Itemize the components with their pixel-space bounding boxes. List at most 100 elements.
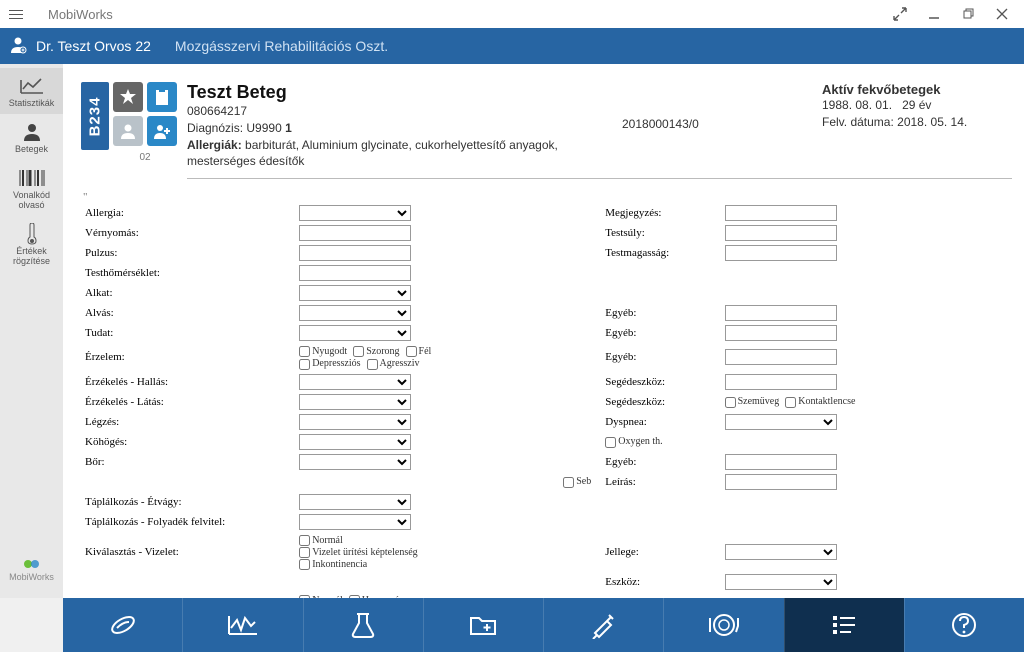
input-segedeszk1[interactable] (725, 374, 837, 390)
patient-count: 02 (113, 152, 177, 163)
select-legzes[interactable] (299, 414, 411, 430)
input-testmagassag[interactable] (725, 245, 837, 261)
label-segedeszk1: Segédeszköz: (601, 372, 720, 392)
nav-barcode[interactable]: Vonalkód olvasó (0, 160, 63, 216)
form-scroll-area[interactable]: " Allergia:Megjegyzés: Vérnyomás:Testsúl… (63, 187, 1024, 598)
cb-vizelet-inkont[interactable] (299, 559, 310, 570)
nav-stats[interactable]: Statisztikák (0, 68, 63, 114)
nav-values-label: Értékek rögzítése (0, 246, 63, 266)
header-bar: Dr. Teszt Orvos 22 Mozgásszervi Rehabili… (0, 28, 1024, 64)
doctor-icon (8, 35, 30, 58)
select-tudat[interactable] (299, 325, 411, 341)
tab-lab[interactable] (303, 598, 423, 652)
thermometer-icon (25, 222, 39, 246)
cb-nyugodt[interactable] (299, 346, 310, 357)
chart-line-icon (19, 74, 45, 98)
input-egyeb3[interactable] (725, 349, 837, 365)
label-tudat: Tudat: (81, 323, 295, 343)
label-bor: Bőr: (81, 452, 295, 472)
bed-badge: B234 (81, 82, 109, 150)
admission-date: Felv. dátuma: 2018. 05. 14. (822, 114, 1012, 131)
select-alvas[interactable] (299, 305, 411, 321)
cb-szorong[interactable] (353, 346, 364, 357)
tab-vitals[interactable] (182, 598, 302, 652)
app-logo-label: MobiWorks (9, 572, 54, 582)
select-eszkoz[interactable] (725, 574, 837, 590)
cb-depresszios[interactable] (299, 359, 310, 370)
label-legzes: Légzés: (81, 412, 295, 432)
tab-form[interactable] (784, 598, 904, 652)
cb-szemuveg[interactable] (725, 397, 736, 408)
input-egyeb1[interactable] (725, 305, 837, 321)
add-patient-icon[interactable] (147, 116, 177, 146)
label-egyeb2: Egyéb: (601, 323, 720, 343)
label-erzelem: Érzelem: (81, 343, 295, 371)
label-hallas: Érzékelés - Hallás: (81, 372, 295, 392)
select-bor[interactable] (299, 454, 411, 470)
label-pulzus: Pulzus: (81, 243, 295, 263)
tab-injection[interactable] (543, 598, 663, 652)
department-name: Mozgásszervi Rehabilitációs Oszt. (175, 38, 388, 54)
patient-name: Teszt Beteg (187, 82, 582, 103)
label-kohoges: Köhögés: (81, 432, 295, 452)
cb-vizelet-urites[interactable] (299, 547, 310, 558)
select-jellege[interactable] (725, 544, 837, 560)
cb-oxygen[interactable] (605, 437, 616, 448)
label-eszkoz: Eszköz: (601, 572, 720, 592)
input-testhom[interactable] (299, 265, 411, 281)
patient-person-icon[interactable] (113, 116, 143, 146)
label-allergia: Allergia: (81, 203, 295, 223)
expand-icon[interactable] (892, 6, 908, 22)
select-dyspnea[interactable] (725, 414, 837, 430)
input-megjegyzes[interactable] (725, 205, 837, 221)
input-vernyomas[interactable] (299, 225, 411, 241)
label-segedeszk2: Segédeszköz: (601, 392, 720, 412)
close-icon[interactable] (994, 6, 1010, 22)
patient-diagnosis: Diagnózis: U9990 1 (187, 120, 582, 137)
patient-status: Aktív fekvőbetegek (822, 82, 1012, 97)
nav-barcode-label: Vonalkód olvasó (0, 190, 63, 210)
title-bar: MobiWorks (0, 0, 1024, 28)
cb-agressziv[interactable] (367, 359, 378, 370)
tab-nutrition[interactable] (663, 598, 783, 652)
left-nav: Statisztikák Betegek Vonalkód olvasó Ért… (0, 64, 63, 598)
select-kohoges[interactable] (299, 434, 411, 450)
tab-documents[interactable] (423, 598, 543, 652)
label-testmagassag: Testmagasság: (601, 243, 720, 263)
app-logo: MobiWorks (9, 550, 54, 598)
select-alkat[interactable] (299, 285, 411, 301)
select-allergia[interactable] (299, 205, 411, 221)
cb-seb[interactable] (563, 477, 574, 488)
nav-patients-label: Betegek (15, 144, 48, 154)
input-leiras[interactable] (725, 474, 837, 490)
cb-kontaktlencse[interactable] (785, 397, 796, 408)
input-pulzus[interactable] (299, 245, 411, 261)
restore-icon[interactable] (960, 6, 976, 22)
nav-values[interactable]: Értékek rögzítése (0, 216, 63, 272)
tab-medication[interactable] (63, 598, 182, 652)
label-folyadek: Táplálkozás - Folyadék felvitel: (81, 512, 295, 532)
input-egyeb4[interactable] (725, 454, 837, 470)
label-leiras: Leírás: (601, 472, 720, 492)
cb-fel[interactable] (406, 346, 417, 357)
cb-vizelet-normal[interactable] (299, 535, 310, 546)
minimize-icon[interactable] (926, 6, 942, 22)
select-hallas[interactable] (299, 374, 411, 390)
label-latas: Érzékelés - Látás: (81, 392, 295, 412)
select-folyadek[interactable] (299, 514, 411, 530)
label-egyeb4: Egyéb: (601, 452, 720, 472)
tab-help[interactable] (904, 598, 1024, 652)
select-latas[interactable] (299, 394, 411, 410)
select-etvagy[interactable] (299, 494, 411, 510)
label-jellege: Jellege: (601, 532, 720, 573)
doctor-name: Dr. Teszt Orvos 22 (36, 38, 151, 54)
label-dyspnea: Dyspnea: (601, 412, 720, 432)
nav-stats-label: Statisztikák (9, 98, 55, 108)
clipboard-icon[interactable] (147, 82, 177, 112)
favorite-icon[interactable] (113, 82, 143, 112)
patient-dob: 1988. 08. 01. 29 év (822, 97, 1012, 114)
input-testsuly[interactable] (725, 225, 837, 241)
input-egyeb2[interactable] (725, 325, 837, 341)
hamburger-menu[interactable] (4, 10, 28, 19)
nav-patients[interactable]: Betegek (0, 114, 63, 160)
